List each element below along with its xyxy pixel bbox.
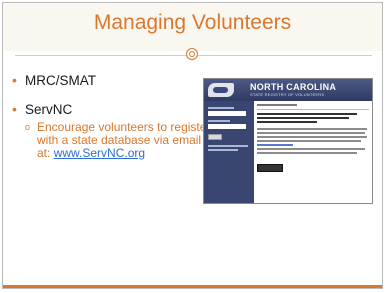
bullet-list: MRC/SMAT ServNC Encourage volunteers to … [11, 72, 210, 160]
screenshot-text-line [257, 136, 367, 138]
screenshot-heading-line [257, 117, 349, 119]
sidebar-link [208, 145, 248, 147]
sidebar-label [208, 107, 234, 109]
screenshot-text-line [257, 148, 365, 150]
screenshot-banner-title: NORTH CAROLINA [250, 82, 337, 92]
screenshot-register-button [257, 164, 283, 172]
screenshot-link-line [257, 144, 293, 146]
website-screenshot: NORTH CAROLINA STATE REGISTRY OF VOLUNTE… [203, 78, 373, 204]
screenshot-text-line [257, 128, 367, 130]
screenshot-sidebar [204, 101, 254, 203]
screenshot-main [257, 104, 371, 203]
screenshot-heading-line [257, 113, 357, 115]
screenshot-text-line [257, 152, 357, 154]
screenshot-banner: NORTH CAROLINA STATE REGISTRY OF VOLUNTE… [204, 79, 372, 101]
screenshot-breadcrumb [257, 104, 297, 106]
slide-title: Managing Volunteers [93, 11, 292, 34]
screenshot-rule [257, 109, 369, 110]
servnc-link[interactable]: www.ServNC.org [54, 146, 145, 160]
sidebar-username-field [208, 111, 246, 116]
screenshot-text-line [257, 140, 361, 142]
sidebar-link [208, 149, 238, 151]
sidebar-label [208, 120, 230, 122]
bullet-servnc: ServNC [11, 101, 201, 117]
circle-ornament-icon [186, 48, 198, 60]
title-band: Managing Volunteers [3, 3, 382, 51]
screenshot-text-line [257, 132, 365, 134]
sub-bullet-encourage: Encourage volunteers to register with a … [25, 121, 213, 160]
screenshot-banner-subtitle: STATE REGISTRY OF VOLUNTEERS [250, 92, 325, 97]
nc-logo-icon [208, 83, 234, 97]
sidebar-login-button [208, 134, 222, 140]
bullet-mrc-smat: MRC/SMAT [11, 72, 201, 88]
sidebar-password-field [208, 124, 246, 129]
screenshot-heading-line [257, 121, 317, 123]
slide: Managing Volunteers MRC/SMAT ServNC Enco… [2, 2, 383, 289]
footer-bar [3, 285, 382, 288]
